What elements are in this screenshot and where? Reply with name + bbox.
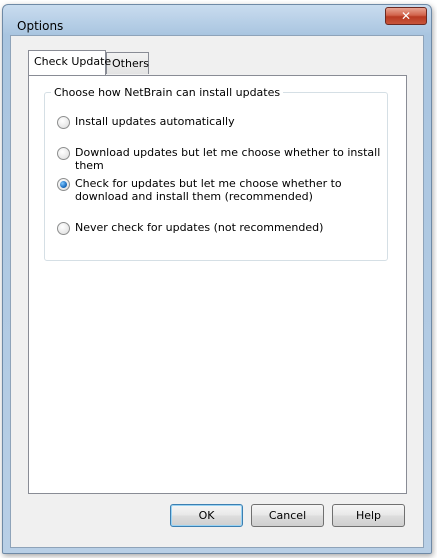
dialog-client-area: Check Update Others Choose how NetBrain … — [10, 35, 424, 548]
close-button[interactable]: ✕ — [385, 7, 427, 25]
radio-button-selected[interactable] — [57, 178, 70, 191]
update-options-group: Choose how NetBrain can install updates … — [44, 86, 388, 261]
title-bar[interactable]: Options ✕ — [3, 5, 431, 35]
radio-button[interactable] — [57, 222, 70, 235]
tab-others[interactable]: Others — [106, 52, 149, 74]
options-dialog: Options ✕ Check Update Others Choose how… — [2, 4, 432, 554]
cancel-button[interactable]: Cancel — [251, 504, 324, 527]
option-label: Check for updates but let me choose whet… — [75, 177, 342, 203]
close-icon: ✕ — [400, 9, 412, 23]
group-legend: Choose how NetBrain can install updates — [51, 86, 284, 99]
option-install-automatically[interactable]: Install updates automatically — [57, 115, 235, 129]
help-button[interactable]: Help — [332, 504, 405, 527]
option-label: Download updates but let me choose wheth… — [75, 146, 381, 172]
option-check-choose-download[interactable]: Check for updates but let me choose whet… — [57, 177, 367, 203]
tab-panel-check-update: Choose how NetBrain can install updates … — [28, 75, 407, 494]
option-never-check[interactable]: Never check for updates (not recommended… — [57, 221, 323, 235]
option-download-choose-install[interactable]: Download updates but let me choose wheth… — [57, 146, 387, 172]
tab-check-update[interactable]: Check Update — [28, 50, 111, 75]
window-title: Options — [17, 19, 64, 33]
radio-button[interactable] — [57, 147, 70, 160]
option-label: Install updates automatically — [75, 115, 235, 128]
radio-button[interactable] — [57, 116, 70, 129]
dialog-button-row: OK Cancel Help — [11, 504, 423, 528]
option-label: Never check for updates (not recommended… — [75, 221, 324, 234]
ok-button[interactable]: OK — [170, 504, 243, 527]
